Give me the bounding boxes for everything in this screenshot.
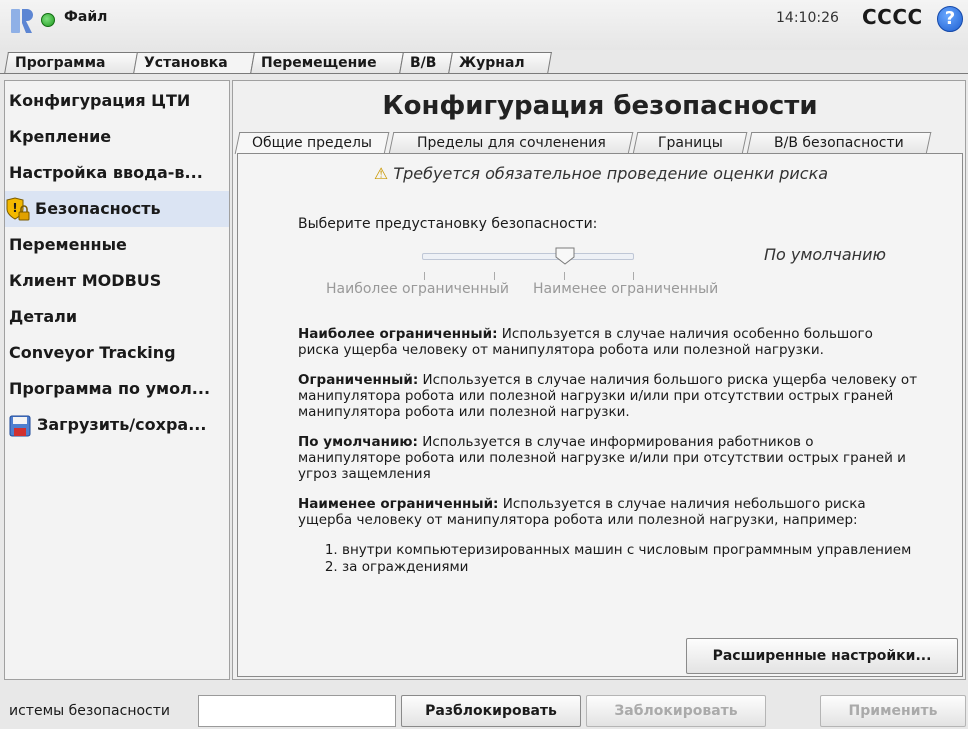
unlock-button[interactable]: Разблокировать [401, 695, 581, 727]
sidebar-item-label: Загрузить/сохра... [37, 415, 207, 434]
sub-tab[interactable]: В/В безопасности [746, 132, 932, 154]
tab-divider [0, 73, 968, 74]
robot-status-icon[interactable] [41, 13, 55, 27]
universal-robots-logo-icon [11, 9, 33, 33]
list-item: внутри компьютеризированных машин с числ… [342, 542, 918, 558]
risk-warning: ⚠ Требуется обязательное проведение оцен… [238, 164, 964, 183]
sidebar-item[interactable]: Conveyor Tracking [5, 335, 229, 371]
main-tab-label: Журнал [459, 55, 525, 71]
sub-tab-label: В/В безопасности [774, 135, 904, 151]
svg-text:!: ! [12, 201, 17, 215]
slider-tick [633, 272, 634, 280]
preset-label: Выберите предустановку безопасности: [298, 216, 598, 232]
advanced-settings-button[interactable]: Расширенные настройки... [686, 638, 958, 674]
main-tab[interactable]: Перемещение [250, 52, 404, 74]
file-menu[interactable]: Файл [64, 9, 107, 25]
sidebar-item[interactable]: Клиент MODBUS [5, 263, 229, 299]
slider-tick [424, 272, 425, 280]
main-tabs: Программа Установка Перемещение В/В Журнал [4, 52, 552, 74]
main-tab-label: Перемещение [261, 55, 377, 71]
main-tab[interactable]: Журнал [448, 52, 552, 74]
sub-tab[interactable]: Пределы для сочленения [388, 132, 634, 154]
sub-tab[interactable]: Общие пределы [234, 132, 390, 154]
sub-tab-label: Пределы для сочленения [416, 135, 606, 151]
sidebar-item[interactable]: Конфигурация ЦТИ [5, 83, 229, 119]
sidebar-item-label: Клиент MODBUS [9, 271, 162, 290]
sidebar-item[interactable]: Переменные [5, 227, 229, 263]
password-label: истемы безопасности [9, 703, 170, 719]
sidebar-item[interactable]: Программа по умол... [5, 371, 229, 407]
sidebar-item-label: Крепление [9, 127, 112, 146]
sub-tab-label: Общие пределы [252, 135, 372, 151]
sidebar-item-label: Настройка ввода-в... [9, 163, 203, 182]
slider-tick [494, 272, 495, 280]
lock-button[interactable]: Заблокировать [586, 695, 766, 727]
sidebar-item[interactable]: Крепление [5, 119, 229, 155]
apply-button[interactable]: Применить [820, 695, 966, 727]
help-icon[interactable]: ? [937, 6, 963, 32]
main-tab-label: Установка [144, 55, 228, 71]
slider-tick [564, 272, 565, 280]
warning-icon: ⚠ [373, 164, 389, 183]
sidebar-item-label: Конфигурация ЦТИ [9, 91, 191, 110]
sidebar-item[interactable]: Загрузить/сохра... [5, 407, 229, 443]
sidebar-item-label: Программа по умол... [9, 379, 211, 398]
safety-preset-slider-thumb[interactable] [555, 247, 575, 265]
top-bar: Файл 14:10:26 CCCC ? [0, 0, 968, 50]
sub-tab-label: Границы [657, 135, 723, 151]
page-title: Конфигурация безопасности [382, 91, 818, 121]
save-icon [9, 415, 31, 436]
content-panel: Конфигурация безопасности Общие пределы П… [232, 80, 966, 680]
sidebar-item[interactable]: Детали [5, 299, 229, 335]
list-item: за ограждениями [342, 559, 918, 575]
main-tab[interactable]: Установка [133, 52, 255, 74]
slider-label-least-restricted: Наименее ограниченный [533, 281, 719, 297]
main-tab-label: В/В [410, 55, 437, 71]
preset-value: По умолчанию [763, 245, 886, 264]
clock: 14:10:26 [776, 10, 839, 26]
sidebar-item-label: Безопасность [35, 199, 161, 218]
slider-label-most-restricted: Наиболее ограниченный [326, 281, 510, 297]
safety-sub-tabs: Общие пределы Пределы для сочленения Грани… [234, 132, 933, 154]
sidebar-item[interactable]: Настройка ввода-в... [5, 155, 229, 191]
preset-description: Ограниченный: Используется в случае нали… [298, 372, 918, 420]
shield-lock-icon: ! [6, 196, 30, 220]
general-limits-panel: ⚠ Требуется обязательное проведение оцен… [237, 153, 963, 677]
preset-description-title: Ограниченный: [298, 372, 419, 388]
sub-tab[interactable]: Границы [632, 132, 748, 154]
sidebar-item-label: Conveyor Tracking [9, 343, 176, 362]
installation-sidebar: Конфигурация ЦТИ Крепление Настройка ввода… [4, 80, 230, 680]
safety-preset-slider-track[interactable] [422, 253, 634, 260]
safety-password-input[interactable] [198, 695, 396, 727]
sidebar-item-label: Детали [9, 307, 78, 326]
sidebar-item-label: Переменные [9, 235, 127, 254]
preset-description: По умолчанию: Используется в случае инфо… [298, 434, 918, 482]
preset-descriptions[interactable]: Наиболее ограниченный: Используется в сл… [298, 326, 918, 646]
preset-description: Наиболее ограниченный: Используется в сл… [298, 326, 918, 358]
main-tab-label: Программа [15, 55, 106, 71]
preset-description-title: Наиболее ограниченный: [298, 326, 498, 342]
main-tab[interactable]: В/В [399, 52, 453, 74]
preset-description: Наименее ограниченный: Используется в сл… [298, 496, 918, 528]
risk-warning-text: Требуется обязательное проведение оценки… [393, 164, 829, 183]
main-tab[interactable]: Программа [4, 52, 138, 74]
sidebar-item[interactable]: ! Безопасность [5, 191, 229, 227]
preset-description-title: По умолчанию: [298, 434, 418, 450]
preset-description-title: Наименее ограниченный: [298, 496, 499, 512]
example-list: внутри компьютеризированных машин с числ… [342, 542, 918, 575]
robot-name: CCCC [862, 5, 923, 29]
